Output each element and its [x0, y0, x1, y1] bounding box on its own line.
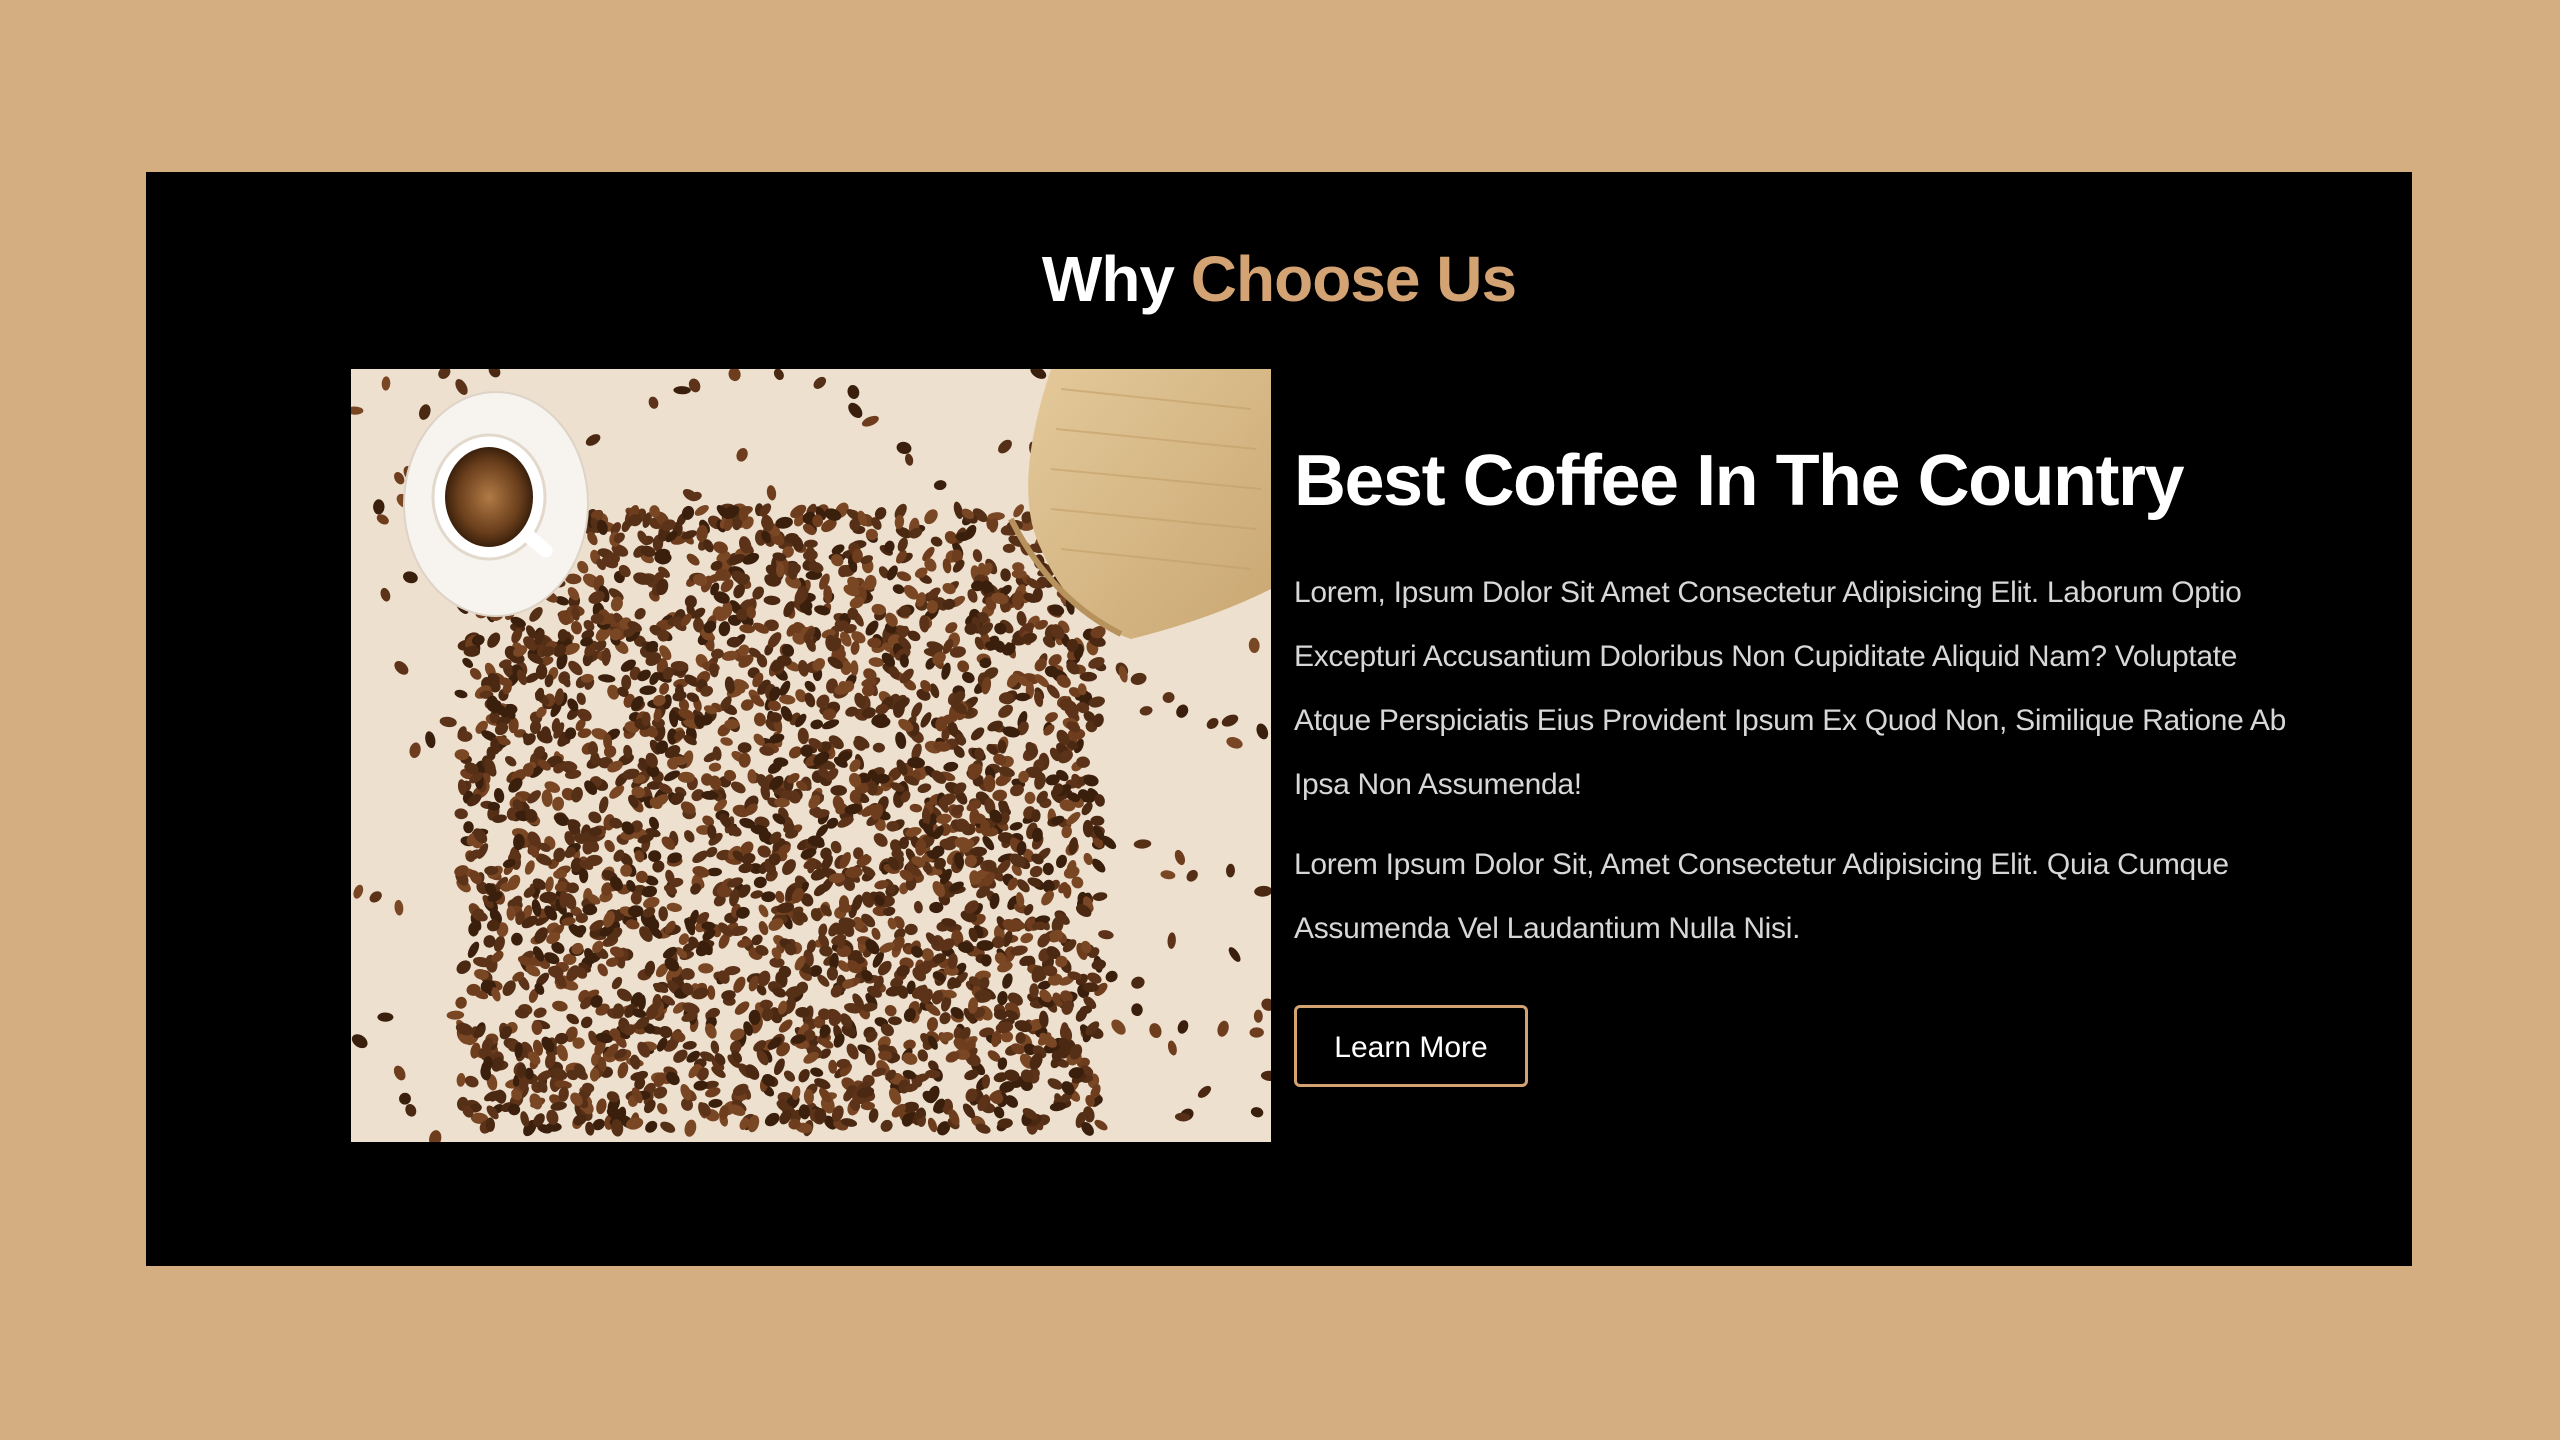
- feature-content: Best Coffee In The Country Lorem, Ipsum …: [1294, 441, 2294, 1088]
- coffee-cup: [403, 391, 589, 617]
- section-heading: Why Choose Us: [146, 242, 2412, 316]
- coffee-beans-image: [351, 369, 1271, 1142]
- feature-title: Best Coffee In The Country: [1294, 441, 2185, 521]
- section-heading-plain: Why: [1041, 243, 1175, 315]
- learn-more-button[interactable]: Learn More: [1294, 1005, 1528, 1088]
- feature-paragraph-2: Lorem Ipsum Dolor Sit, Amet Consectetur …: [1294, 848, 2229, 946]
- feature-paragraph-1: Lorem, Ipsum Dolor Sit Amet Consectetur …: [1294, 576, 2286, 802]
- why-choose-us-section: Why Choose Us Best Coffee In The Country…: [146, 172, 2412, 1266]
- section-heading-accent: Choose Us: [1190, 243, 1517, 315]
